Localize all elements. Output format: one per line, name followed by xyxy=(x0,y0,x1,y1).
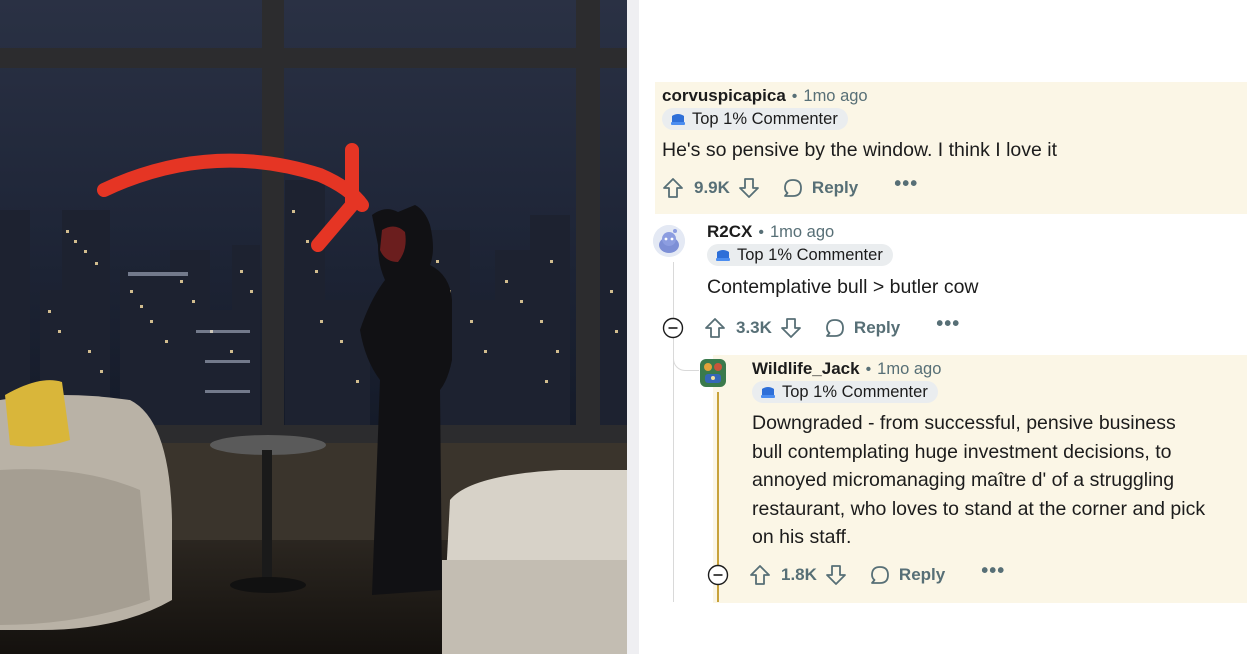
comment-timestamp[interactable]: 1mo ago xyxy=(877,360,941,379)
more-options-button[interactable]: ••• xyxy=(981,561,1005,584)
vote-count: 3.3K xyxy=(736,318,772,337)
night-window-photo xyxy=(0,0,627,654)
comment-actions: 1.8K Reply ••• xyxy=(707,561,1005,589)
comment-body-line: restaurant, who loves to stand at the co… xyxy=(752,497,1206,520)
upvote-icon xyxy=(705,318,725,338)
reply-button[interactable]: Reply xyxy=(782,177,858,199)
thread-connector xyxy=(673,345,699,371)
comment-body-line: bull contemplating huge investment decis… xyxy=(752,440,1172,463)
comment-body-line: Downgraded - from successful, pensive bu… xyxy=(752,412,1176,434)
meta-separator: • xyxy=(791,88,798,105)
downvote-button[interactable] xyxy=(825,564,847,586)
comment-actions: 3.3K Reply ••• xyxy=(662,314,960,342)
panel-divider xyxy=(627,0,639,654)
reply-button[interactable]: Reply xyxy=(869,564,945,586)
comment-thread: corvuspicapica • 1mo ago Top 1% Commente… xyxy=(639,0,1250,654)
downvote-icon xyxy=(781,318,801,338)
comment-author[interactable]: corvuspicapica xyxy=(662,86,786,106)
comment: R2CX • 1mo ago Top 1% Commenter Contempl… xyxy=(707,222,1237,302)
top-commenter-badge-icon xyxy=(761,387,775,398)
comment-body-line: on his staff. xyxy=(752,526,852,548)
reply-button[interactable]: Reply xyxy=(824,317,900,339)
reply-label: Reply xyxy=(853,318,901,337)
meta-separator: • xyxy=(758,224,764,241)
upvote-button[interactable] xyxy=(749,564,771,586)
collapse-button[interactable] xyxy=(707,564,729,586)
badge-label: Top 1% Commenter xyxy=(692,109,838,128)
upvote-icon xyxy=(663,178,683,198)
wildlife-avatar-icon xyxy=(700,359,726,387)
top-commenter-badge: Top 1% Commenter xyxy=(707,244,893,266)
snoo-avatar-icon xyxy=(653,225,685,257)
comment: corvuspicapica • 1mo ago Top 1% Commente… xyxy=(662,86,1242,165)
upvote-icon xyxy=(750,565,770,585)
avatar[interactable] xyxy=(697,357,729,389)
top-commenter-badge: Top 1% Commenter xyxy=(662,108,848,130)
avatar[interactable] xyxy=(653,225,685,257)
collapse-button[interactable] xyxy=(662,317,684,339)
top-commenter-badge-icon xyxy=(716,250,730,261)
reply-label: Reply xyxy=(811,178,859,197)
vote-count: 9.9K xyxy=(694,178,730,197)
comment-author[interactable]: Wildlife_Jack xyxy=(752,359,860,379)
collapse-minus-icon xyxy=(662,317,684,339)
comment-body: Contemplative bull > butler cow xyxy=(707,276,979,298)
collapse-minus-icon xyxy=(707,564,729,586)
comment-meta: R2CX • 1mo ago xyxy=(707,222,1237,242)
comment: Wildlife_Jack • 1mo ago Top 1% Commenter… xyxy=(752,359,1247,552)
downvote-button[interactable] xyxy=(738,177,760,199)
comment-author[interactable]: R2CX xyxy=(707,222,752,242)
comment-body: Downgraded - from successful, pensive bu… xyxy=(752,409,1247,552)
upvote-button[interactable] xyxy=(704,317,726,339)
comment-body: He's so pensive by the window. I think I… xyxy=(662,139,1058,161)
vote-count: 1.8K xyxy=(781,565,817,584)
comment-meta: corvuspicapica • 1mo ago xyxy=(662,86,1242,106)
comment-timestamp[interactable]: 1mo ago xyxy=(803,87,867,106)
meta-separator: • xyxy=(865,361,872,378)
thread-line xyxy=(673,262,674,602)
reply-bubble-icon xyxy=(826,319,844,337)
comment-meta: Wildlife_Jack • 1mo ago xyxy=(752,359,1247,379)
reply-bubble-icon xyxy=(871,566,889,584)
badge-label: Top 1% Commenter xyxy=(737,245,883,264)
more-options-button[interactable]: ••• xyxy=(936,314,960,337)
comment-body-line: annoyed micromanaging maître d' of a str… xyxy=(752,469,1175,491)
comment-timestamp[interactable]: 1mo ago xyxy=(770,223,834,242)
badge-label: Top 1% Commenter xyxy=(782,382,928,401)
more-options-button[interactable]: ••• xyxy=(894,174,918,197)
photo-illustration xyxy=(0,0,627,654)
reply-label: Reply xyxy=(898,565,946,584)
upvote-button[interactable] xyxy=(662,177,684,199)
downvote-button[interactable] xyxy=(780,317,802,339)
reply-bubble-icon xyxy=(784,179,802,197)
downvote-icon xyxy=(739,178,759,198)
top-commenter-badge-icon xyxy=(671,114,685,125)
downvote-icon xyxy=(826,565,846,585)
comment-actions: 9.9K Reply ••• xyxy=(662,174,918,202)
top-commenter-badge: Top 1% Commenter xyxy=(752,381,938,403)
